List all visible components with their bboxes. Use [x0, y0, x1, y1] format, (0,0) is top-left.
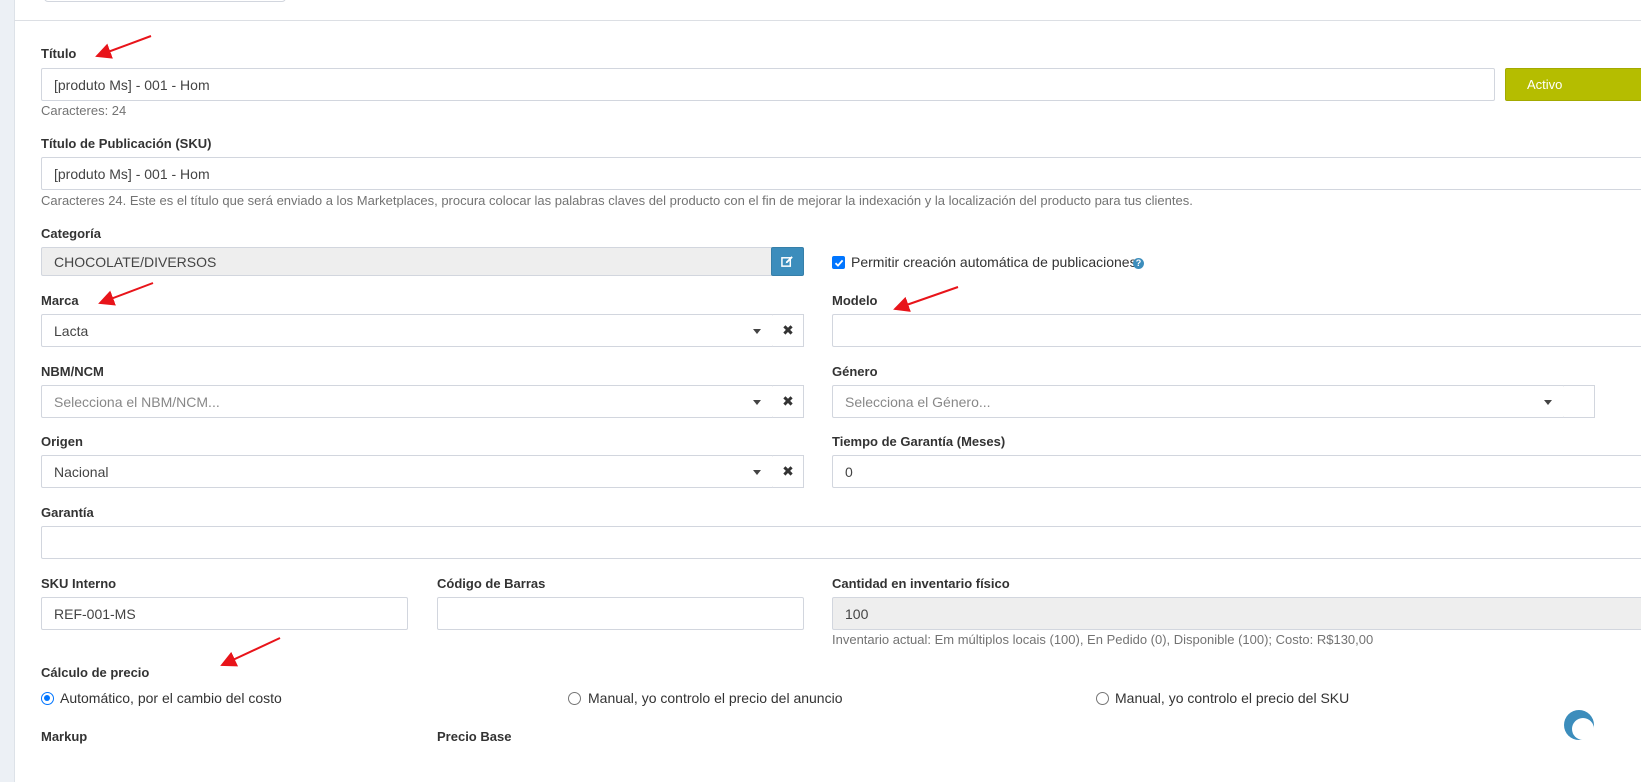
- annotation-arrows: [95, 35, 959, 667]
- annotation-arrow: [98, 282, 154, 306]
- annotation-arrow: [95, 35, 152, 59]
- annotation-arrow: [893, 286, 959, 312]
- annotation-arrow: [220, 637, 281, 667]
